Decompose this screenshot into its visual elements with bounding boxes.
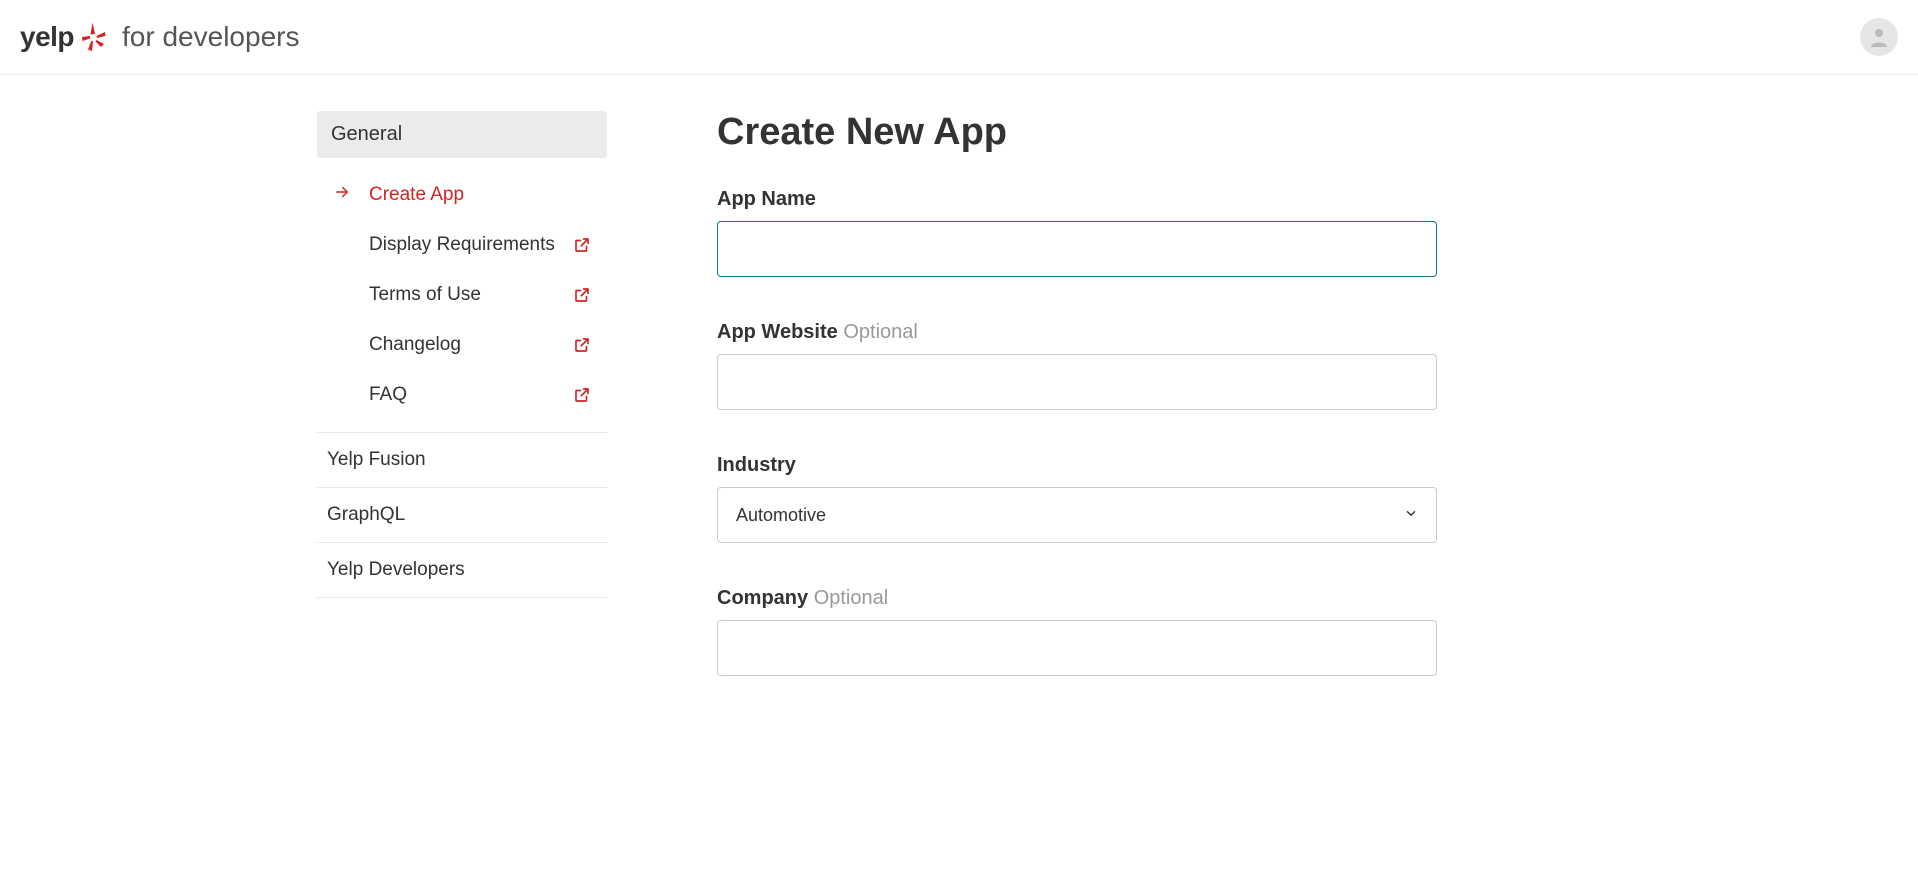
app-name-label: App Name [717,188,1437,211]
sidebar-item-label: Create App [369,184,464,206]
external-link-icon [573,336,591,354]
sidebar-item-label: Display Requirements [369,234,555,256]
app-name-input[interactable] [717,221,1437,277]
sidebar-item-create-app[interactable]: Create App [317,170,607,220]
sidebar-item-changelog[interactable]: Changelog [317,320,607,370]
company-input[interactable] [717,620,1437,676]
sidebar-item-display-requirements[interactable]: Display Requirements [317,220,607,270]
company-label-text: Company [717,587,808,609]
sidebar: General Create App Display Requirements … [317,111,607,720]
industry-label: Industry [717,454,1437,477]
sidebar-item-label: FAQ [369,384,407,406]
sidebar-item-label: Terms of Use [369,284,481,306]
app-website-label-text: App Website [717,321,838,343]
optional-text: Optional [843,321,918,343]
app-website-label: App Website Optional [717,321,1437,344]
form-group-company: Company Optional [717,587,1437,676]
sidebar-items: Create App Display Requirements Terms of… [317,158,607,432]
industry-selected-value: Automotive [736,505,826,526]
external-link-icon [573,286,591,304]
for-developers-text: for developers [122,21,299,53]
user-icon [1867,25,1891,49]
avatar[interactable] [1860,18,1898,56]
sidebar-section-yelp-fusion[interactable]: Yelp Fusion [317,432,607,487]
sidebar-item-label: Changelog [369,334,461,356]
sidebar-header-general[interactable]: General [317,111,607,158]
form-group-app-website: App Website Optional [717,321,1437,410]
chevron-down-icon [1404,505,1418,526]
external-link-icon [573,236,591,254]
logo-burst-icon [82,22,106,52]
main: Create New App App Name App Website Opti… [717,111,1437,720]
sidebar-item-terms-of-use[interactable]: Terms of Use [317,270,607,320]
form-group-industry: Industry Automotive [717,454,1437,543]
sidebar-section-yelp-developers[interactable]: Yelp Developers [317,542,607,598]
sidebar-section-graphql[interactable]: GraphQL [317,487,607,542]
header: yelp for developers [0,0,1918,75]
page-title: Create New App [717,111,1437,154]
arrow-right-icon [333,183,351,207]
form-group-app-name: App Name [717,188,1437,277]
company-label: Company Optional [717,587,1437,610]
sidebar-item-faq[interactable]: FAQ [317,370,607,420]
optional-text: Optional [814,587,889,609]
content: General Create App Display Requirements … [179,75,1739,720]
external-link-icon [573,386,591,404]
logo-text: yelp [20,21,74,53]
header-brand[interactable]: yelp for developers [20,21,299,53]
industry-select[interactable]: Automotive [717,487,1437,543]
app-website-input[interactable] [717,354,1437,410]
